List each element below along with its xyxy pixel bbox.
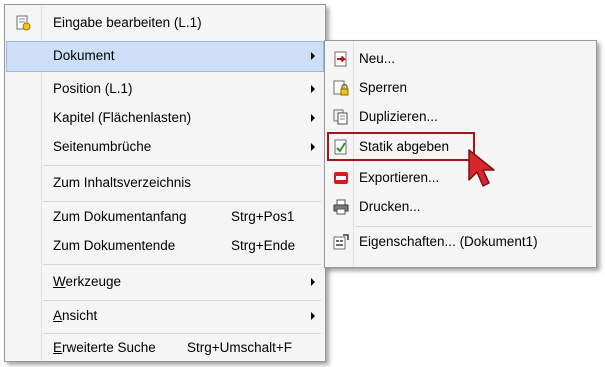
menu-item-label: Neu... [359,51,396,66]
label-rest: rweiterte Suche [62,340,156,355]
menu-item-label: Position (L.1) [53,81,133,96]
submenu-item-sperren[interactable]: Sperren [327,74,594,103]
menu-item-ansicht[interactable]: Ansicht [7,302,323,331]
highlight-callout-box [327,132,475,161]
menu-separator [43,264,321,265]
mnemonic-letter: E [53,340,63,355]
menu-item-label: Kapitel (Flächenlasten) [53,110,192,125]
submenu-item-exportieren[interactable]: Exportieren... [327,164,594,193]
mnemonic-letter: W [53,274,66,289]
context-menu: Eingabe bearbeiten (L.1) Dokument Positi… [4,4,326,362]
properties-icon [333,234,349,250]
duplicate-icon [333,109,348,125]
submenu-arrow-icon [311,52,315,60]
submenu-arrow-icon [311,143,315,151]
label-rest: erkzeuge [65,274,122,289]
menu-item-werkzeuge[interactable]: Werkzeuge [7,268,323,297]
menu-item-label: Eigenschaften... (Dokument1) [359,234,538,249]
menu-item-label: Zum Dokumentende [53,238,176,253]
shortcut-text: Strg+Umschalt+F [187,340,293,355]
menu-item-label: Zum Dokumentanfang [53,209,187,224]
menu-item-label: Seitenumbrüche [53,139,152,154]
menu-separator [43,201,321,202]
menu-item-dokumentende[interactable]: Zum Dokumentende Strg+Ende [7,232,323,261]
lock-document-icon [333,80,349,96]
menu-item-dokumentanfang[interactable]: Zum Dokumentanfang Strg+Pos1 [7,203,323,232]
submenu-arrow-icon [311,114,315,122]
menu-item-label: Werkzeuge [53,274,121,289]
mnemonic-letter: A [53,308,63,323]
submenu-arrow-icon [311,278,315,286]
menu-item-label: Eingabe bearbeiten (L.1) [53,15,202,30]
printer-icon [333,199,349,215]
submenu-item-duplizieren[interactable]: Duplizieren... [327,103,594,132]
submenu-arrow-icon [311,85,315,93]
shortcut-text: Strg+Pos1 [231,209,295,224]
mouse-pointer-icon [468,149,495,187]
submenu-item-drucken[interactable]: Drucken... [327,193,594,222]
edit-document-icon [16,15,31,31]
new-document-icon [334,51,347,67]
label-rest: nsicht [62,308,98,323]
menu-item-label: Duplizieren... [359,109,438,124]
menu-item-label: Erweiterte Suche [53,340,156,355]
menu-separator [355,226,592,227]
menu-item-kapitel[interactable]: Kapitel (Flächenlasten) [7,104,323,133]
submenu-item-eigenschaften[interactable]: Eigenschaften... (Dokument1) [327,228,594,257]
pdf-icon [334,172,348,184]
menu-item-label: Dokument [53,48,115,63]
menu-item-inhaltsverzeichnis[interactable]: Zum Inhaltsverzeichnis [7,169,323,198]
submenu-item-neu[interactable]: Neu... [327,45,594,74]
menu-separator [43,165,321,166]
menu-item-seitenumbrueche[interactable]: Seitenumbrüche [7,133,323,162]
menu-item-position[interactable]: Position (L.1) [7,75,323,104]
menu-separator [43,300,321,301]
menu-item-label: Sperren [359,80,408,95]
menu-item-label: Drucken... [359,199,421,214]
menu-item-label: Ansicht [53,308,97,323]
shortcut-text: Strg+Ende [231,238,296,253]
menu-item-erweiterte-suche[interactable]: Erweiterte Suche Strg+Umschalt+F [7,334,323,363]
menu-item-eingabe-bearbeiten[interactable]: Eingabe bearbeiten (L.1) [7,9,323,38]
menu-item-dokument[interactable]: Dokument [6,41,324,72]
menu-item-label: Exportieren... [359,170,440,185]
menu-item-label: Zum Inhaltsverzeichnis [53,175,192,190]
submenu-arrow-icon [311,312,315,320]
